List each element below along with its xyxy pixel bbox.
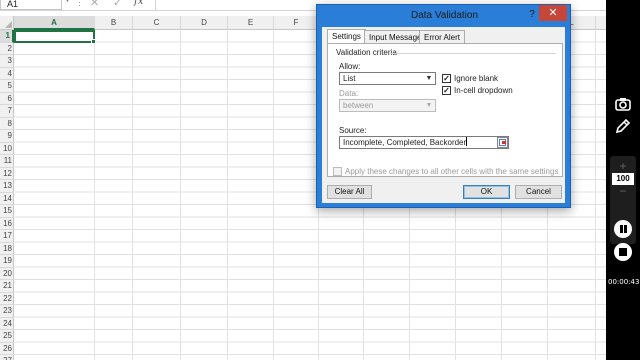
column-header[interactable]: D: [181, 16, 228, 30]
row-header[interactable]: 27: [0, 355, 14, 360]
name-box-dropdown-icon[interactable]: ▼: [64, 0, 71, 4]
column-header[interactable]: F: [274, 16, 319, 30]
row-header[interactable]: 13: [0, 180, 14, 193]
fill-handle[interactable]: [91, 39, 96, 44]
clear-all-button[interactable]: Clear All: [327, 185, 372, 199]
allow-select[interactable]: List ▼: [339, 72, 436, 85]
row-header[interactable]: 14: [0, 193, 14, 205]
source-input[interactable]: Incomplete, Completed, Backorder: [339, 136, 509, 149]
zoom-in-button[interactable]: +: [610, 159, 636, 173]
column-gridline: [94, 30, 95, 360]
row-header[interactable]: 3: [0, 55, 14, 68]
row-headers: 1 2 3 4 5 6 7 8 9 10 11 12 13 14 15 16 17 18 19 20 21 22 23 24 2…: [0, 30, 14, 360]
settings-panel: Validation criteria Allow: List ▼ ✓ Igno…: [327, 43, 563, 177]
pen-icon[interactable]: [613, 116, 633, 136]
select-all-button[interactable]: [0, 16, 14, 30]
allow-label: Allow:: [339, 62, 361, 71]
help-icon[interactable]: ?: [525, 8, 539, 22]
row-header[interactable]: 12: [0, 168, 14, 180]
column-gridline: [132, 30, 133, 360]
row-header[interactable]: 7: [0, 105, 14, 118]
pause-icon: [620, 225, 623, 233]
tab-input-message[interactable]: Input Message: [364, 30, 427, 44]
ok-button[interactable]: OK: [463, 185, 510, 199]
pause-button[interactable]: [614, 220, 632, 238]
close-button[interactable]: ✕: [539, 5, 567, 21]
row-header[interactable]: 2: [0, 43, 14, 55]
validation-criteria-label: Validation criteria: [336, 48, 397, 57]
apply-all-checkbox: [333, 167, 342, 176]
row-header[interactable]: 21: [0, 280, 14, 293]
data-label: Data:: [339, 89, 359, 98]
column-gridline: [180, 30, 181, 360]
row-header[interactable]: 9: [0, 130, 14, 143]
chevron-down-icon: ▼: [425, 102, 433, 109]
column-gridline: [595, 30, 596, 360]
range-picker-icon[interactable]: [497, 137, 508, 148]
row-header[interactable]: 15: [0, 205, 14, 218]
row-header[interactable]: 26: [0, 343, 14, 355]
in-cell-dropdown-checkbox[interactable]: ✓: [442, 86, 451, 95]
stop-icon: [619, 248, 627, 256]
data-select: between ▼: [339, 99, 436, 112]
row-header[interactable]: 22: [0, 293, 14, 305]
recorder-side-panel: + 100 − 00:00:43: [606, 0, 640, 360]
row-header[interactable]: 19: [0, 255, 14, 268]
row-header[interactable]: 11: [0, 155, 14, 168]
cancel-button[interactable]: Cancel: [515, 185, 562, 199]
in-cell-dropdown-label: In-cell dropdown: [454, 86, 513, 95]
source-label: Source:: [339, 126, 367, 135]
row-header[interactable]: 23: [0, 305, 14, 318]
row-header[interactable]: 24: [0, 318, 14, 330]
recording-timer: 00:00:43: [608, 278, 640, 286]
data-validation-dialog: Data Validation ? ✕ Settings Input Messa…: [316, 4, 571, 208]
row-header[interactable]: 20: [0, 268, 14, 280]
row-header[interactable]: 5: [0, 80, 14, 93]
row-header[interactable]: 18: [0, 243, 14, 255]
insert-function-icon[interactable]: fx: [134, 0, 143, 7]
divider: [390, 53, 556, 54]
column-header[interactable]: M: [596, 16, 606, 30]
column-header[interactable]: A: [14, 16, 95, 30]
row-header[interactable]: 1: [0, 30, 14, 43]
formula-bar-grip-icon: ⋮: [75, 0, 84, 7]
row-header[interactable]: 17: [0, 230, 14, 243]
source-value: Incomplete, Completed, Backorder: [343, 138, 467, 147]
chevron-down-icon: ▼: [425, 75, 433, 82]
dialog-body: Settings Input Message Error Alert Valid…: [322, 27, 565, 203]
row-header[interactable]: 8: [0, 118, 14, 130]
ignore-blank-label: Ignore blank: [454, 74, 499, 83]
active-cell[interactable]: [14, 30, 96, 44]
row-header[interactable]: 4: [0, 68, 14, 80]
dialog-buttons: Clear All OK Cancel: [322, 185, 565, 203]
column-header[interactable]: E: [228, 16, 274, 30]
cancel-entry-icon[interactable]: ✕: [90, 0, 99, 9]
row-header[interactable]: 6: [0, 93, 14, 105]
tab-error-alert[interactable]: Error Alert: [419, 30, 466, 44]
zoom-out-button[interactable]: −: [610, 184, 636, 198]
row-header[interactable]: 25: [0, 330, 14, 343]
stop-button[interactable]: [614, 243, 632, 261]
enter-entry-icon[interactable]: ✓: [113, 0, 122, 9]
camera-icon[interactable]: [613, 94, 633, 114]
apply-all-label: Apply these changes to all other cells w…: [345, 167, 559, 176]
column-gridline: [227, 30, 228, 360]
data-value: between: [343, 101, 374, 110]
row-header[interactable]: 10: [0, 143, 14, 155]
row-header[interactable]: 16: [0, 218, 14, 230]
allow-value: List: [343, 74, 356, 83]
column-gridline: [273, 30, 274, 360]
column-header[interactable]: B: [95, 16, 133, 30]
ignore-blank-checkbox[interactable]: ✓: [442, 74, 451, 83]
name-box[interactable]: A1: [0, 0, 62, 10]
column-header[interactable]: C: [133, 16, 181, 30]
